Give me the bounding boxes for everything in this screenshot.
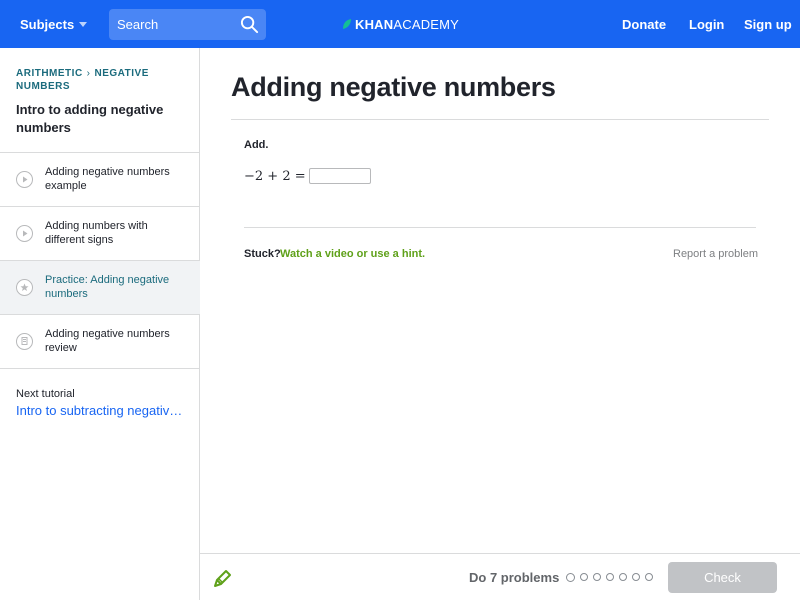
sidebar-item-label: Adding negative numbers example (45, 166, 170, 192)
scratchpad-pencil-icon[interactable] (213, 568, 233, 588)
equation: −2 + 2 = (244, 168, 371, 184)
hint-link[interactable]: Watch a video or use a hint. (280, 248, 425, 260)
progress-dot (645, 573, 653, 581)
check-button[interactable]: Check (668, 562, 777, 593)
leaf-logo-icon (343, 19, 351, 29)
search-icon[interactable] (240, 15, 259, 34)
progress-dot-current (566, 572, 575, 582)
donate-link[interactable]: Donate (622, 0, 666, 48)
article-icon (16, 333, 33, 350)
next-tutorial-label: Next tutorial (16, 388, 75, 400)
play-icon (16, 225, 33, 242)
progress-dot (632, 573, 640, 581)
problem-divider (244, 227, 756, 228)
logo-text-bold: KHAN (355, 16, 394, 32)
breadcrumb-arithmetic[interactable]: ARITHMETIC (16, 68, 83, 79)
sidebar-item-video-example[interactable]: Adding negative numbers example (0, 153, 200, 207)
progress-dot (593, 573, 601, 581)
tutorial-sidebar: ARITHMETIC › NEGATIVE NUMBERS Intro to add… (0, 48, 200, 600)
progress-dot (619, 573, 627, 581)
page-title: Adding negative numbers (231, 72, 556, 102)
search-input[interactable] (109, 17, 229, 32)
khan-academy-logo[interactable]: KHAN ACADEMY (342, 15, 459, 33)
answer-input[interactable] (308, 168, 371, 184)
next-tutorial-link[interactable]: Intro to subtracting negative numbers (16, 403, 186, 418)
progress-dot (606, 573, 614, 581)
equation-expression: −2 + 2 = (244, 168, 306, 184)
report-problem-link[interactable]: Report a problem (673, 248, 758, 260)
sidebar-item-video-different-signs[interactable]: Adding numbers with different signs (0, 207, 200, 261)
subjects-menu[interactable]: Subjects (20, 0, 88, 48)
sidebar-item-label: Adding negative numbers review (45, 328, 170, 354)
chevron-right-icon: › (86, 68, 91, 79)
tutorial-content-list: Adding negative numbers example Adding n… (0, 152, 200, 369)
sidebar-item-label: Practice: Adding negative numbers (45, 274, 170, 300)
stuck-label: Stuck? (244, 248, 281, 260)
progress-dot (580, 573, 588, 581)
top-nav-bar: Subjects KHANACADEMY Donate Login Sign u… (0, 0, 800, 48)
logo-text-light: ACADEMY (393, 16, 460, 32)
problem-progress-dots (566, 572, 658, 582)
subjects-label: Subjects (20, 16, 75, 32)
chevron-down-icon (79, 21, 88, 27)
search-box[interactable] (109, 9, 266, 40)
signup-link[interactable]: Sign up (744, 0, 792, 48)
sidebar-item-practice[interactable]: Practice: Adding negative numbers (0, 261, 200, 315)
tutorial-title: Intro to adding negative numbers (16, 102, 164, 135)
sidebar-item-label: Adding numbers with different signs (45, 220, 148, 246)
exercise-footer: Do 7 problems Check (200, 553, 800, 600)
problem-count-label: Do 7 problems (469, 570, 560, 585)
star-icon (16, 279, 33, 296)
sidebar-item-review-article[interactable]: Adding negative numbers review (0, 315, 200, 369)
breadcrumb: ARITHMETIC › NEGATIVE NUMBERS (16, 67, 191, 93)
title-divider (231, 119, 769, 120)
play-icon (16, 171, 33, 188)
login-link[interactable]: Login (689, 0, 724, 48)
question-prompt: Add. (244, 139, 269, 151)
